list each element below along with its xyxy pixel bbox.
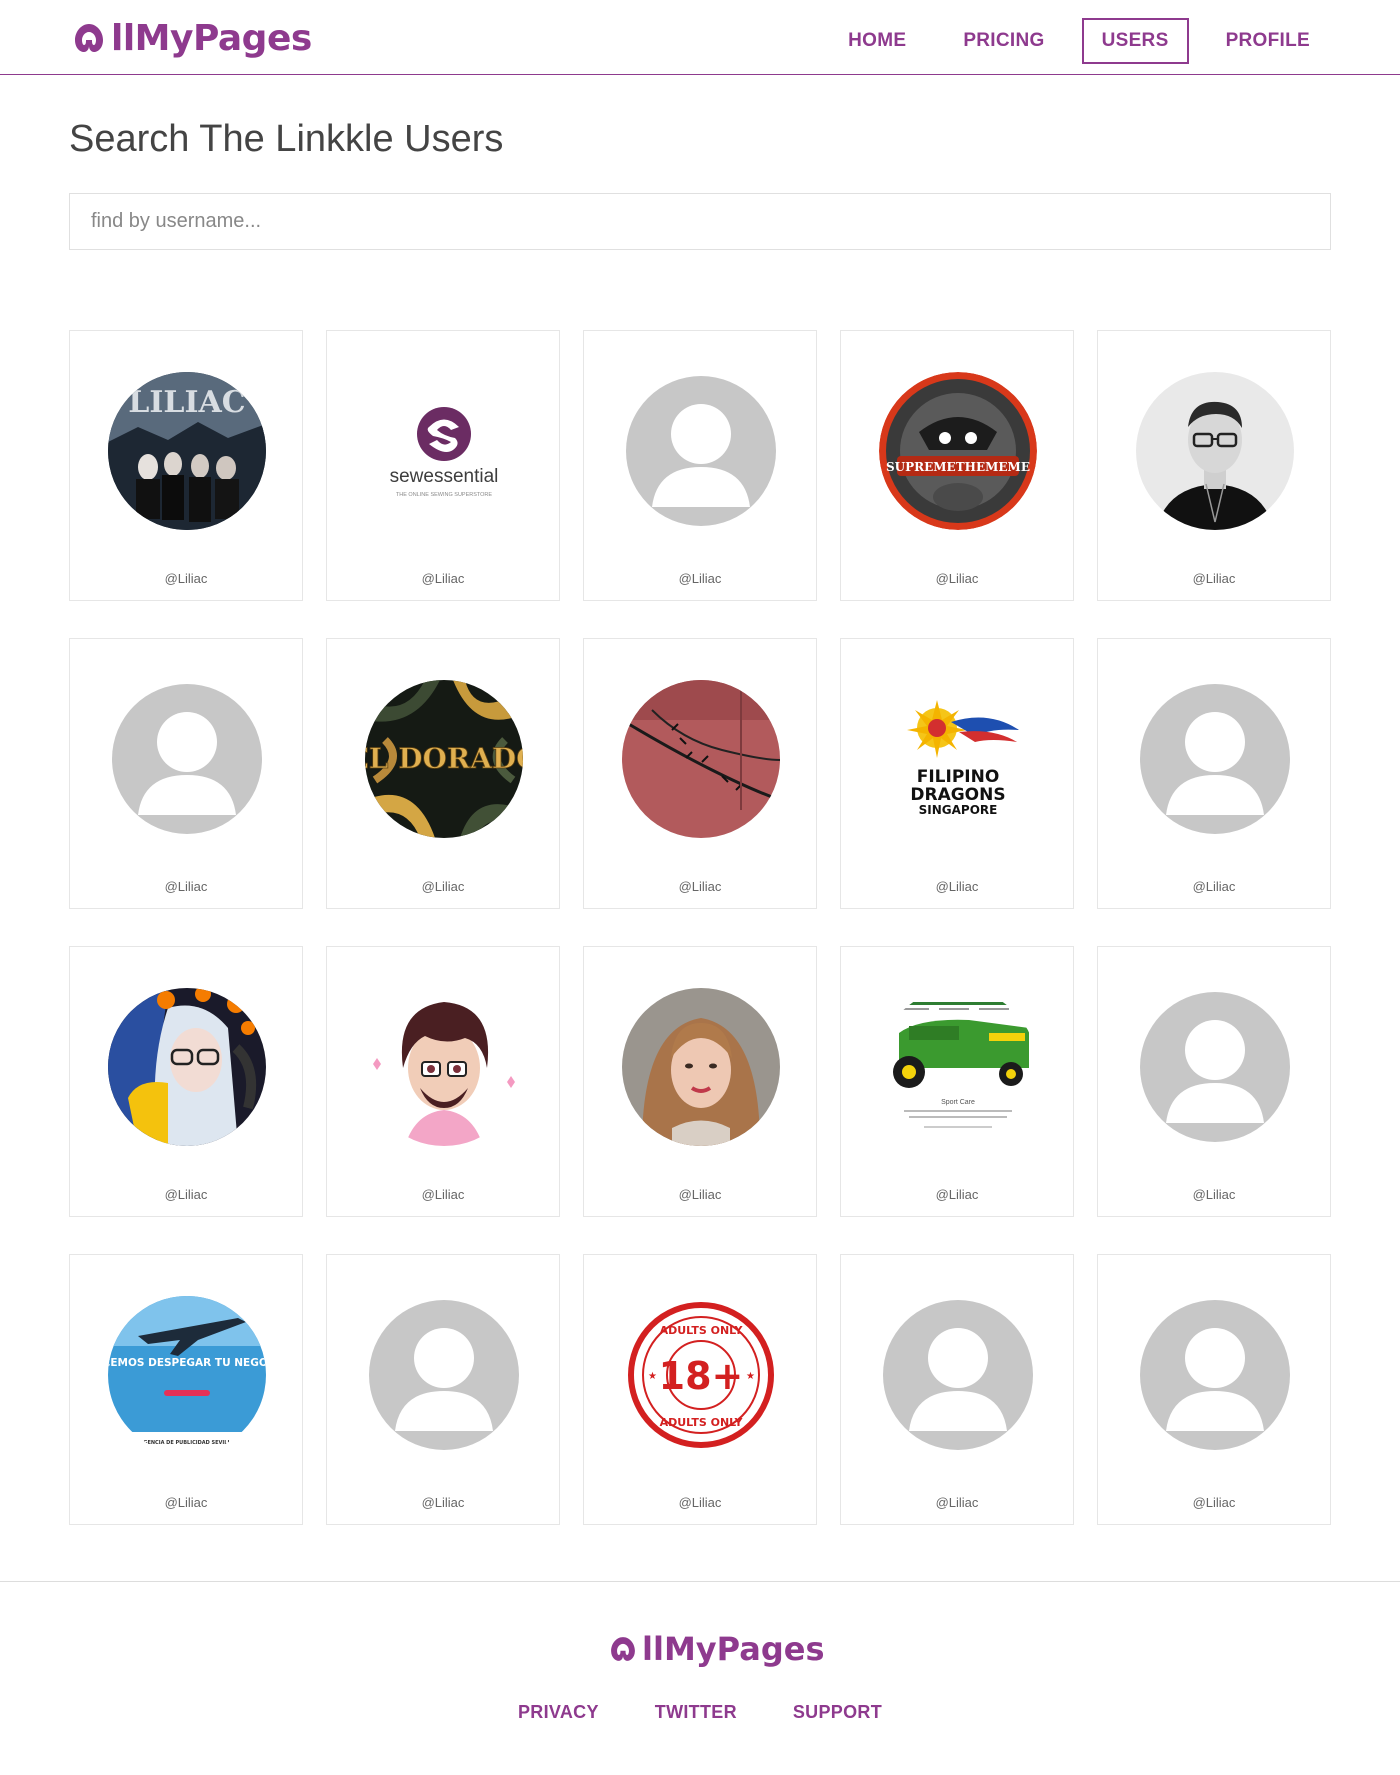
user-avatar: sewessential THE ONLINE SEWING SUPERSTOR… <box>365 372 523 530</box>
user-card[interactable]: HACEMOS DESPEGAR TU NEGOCIO AGENCIA DE P… <box>69 1254 303 1525</box>
user-card[interactable]: @Liliac <box>1097 330 1331 601</box>
user-avatar: SUPREMETHEMEME <box>879 372 1037 530</box>
username: @Liliac <box>678 1187 722 1202</box>
user-avatar <box>365 988 523 1146</box>
user-card[interactable]: @Liliac <box>326 1254 560 1525</box>
adults-only-number: 18+ <box>659 1354 744 1398</box>
adults-only-bottom: ADULTS ONLY <box>660 1416 744 1429</box>
adults-only-top: ADULTS ONLY <box>660 1324 744 1337</box>
username: @Liliac <box>164 1187 208 1202</box>
site-logo[interactable]: llMyPages <box>69 14 312 62</box>
username: @Liliac <box>1192 879 1236 894</box>
nav-pricing[interactable]: PRICING <box>943 18 1064 64</box>
logo-text: llMyPages <box>111 17 312 59</box>
svg-text:★: ★ <box>746 1371 755 1382</box>
default-avatar-icon <box>879 1296 1037 1454</box>
default-avatar-icon <box>365 1296 523 1454</box>
main-nav: HOME PRICING USERS PROFILE <box>811 18 1330 64</box>
user-avatar <box>622 988 780 1146</box>
svg-text:★: ★ <box>648 1371 657 1382</box>
default-avatar-icon <box>1136 1296 1294 1454</box>
lawn-site-heading: Sport Care <box>941 1099 975 1106</box>
footer-logo[interactable]: llMyPages <box>606 1630 824 1668</box>
user-avatar <box>622 680 780 838</box>
user-card[interactable]: @Liliac <box>69 638 303 909</box>
user-avatar: EL DORADO <box>365 680 523 838</box>
supremethememe-logo-text: SUPREMETHEMEME <box>886 460 1030 474</box>
nav-profile[interactable]: PROFILE <box>1206 18 1330 64</box>
user-card[interactable]: SUPREMETHEMEME @Liliac <box>840 330 1074 601</box>
username-search-input[interactable] <box>69 193 1331 250</box>
user-card[interactable]: @Liliac <box>1097 946 1331 1217</box>
nav-users[interactable]: USERS <box>1081 18 1189 64</box>
username: @Liliac <box>1192 571 1236 586</box>
user-grid: LILIAC @Liliac sewessential THE ONLINE S… <box>69 330 1331 1525</box>
username: @Liliac <box>164 879 208 894</box>
filipino-dragons-line3: SINGAPORE <box>919 803 998 817</box>
airplane-ad-headline: HACEMOS DESPEGAR TU NEGOCIO <box>108 1357 266 1369</box>
sewessential-logo-text: sewessential <box>390 466 499 487</box>
el-dorado-logo-text: EL DORADO <box>365 742 523 775</box>
username: @Liliac <box>678 879 722 894</box>
user-card[interactable]: EL DORADO @Liliac <box>326 638 560 909</box>
user-card[interactable]: @Liliac <box>583 946 817 1217</box>
username: @Liliac <box>421 879 465 894</box>
user-card[interactable]: @Liliac <box>1097 638 1331 909</box>
footer-nav: PRIVACY TWITTER SUPPORT <box>0 1702 1400 1723</box>
site-header: llMyPages HOME PRICING USERS PROFILE <box>0 0 1400 75</box>
user-card[interactable]: @Liliac <box>583 638 817 909</box>
page-title: Search The Linkkle Users <box>69 118 504 160</box>
username: @Liliac <box>421 1495 465 1510</box>
default-avatar-icon <box>1136 988 1294 1146</box>
user-card[interactable]: sewessential THE ONLINE SEWING SUPERSTOR… <box>326 330 560 601</box>
user-card[interactable]: Sport Care @Liliac <box>840 946 1074 1217</box>
user-avatar: LILIAC <box>108 372 266 530</box>
user-card[interactable]: @Liliac <box>326 946 560 1217</box>
logo-icon <box>75 24 103 52</box>
footer-link-twitter[interactable]: TWITTER <box>655 1702 737 1723</box>
logo-icon <box>611 1637 635 1661</box>
username: @Liliac <box>1192 1187 1236 1202</box>
user-card[interactable]: @Liliac <box>1097 1254 1331 1525</box>
user-card[interactable]: @Liliac <box>583 330 817 601</box>
username: @Liliac <box>935 1187 979 1202</box>
sewessential-tagline: THE ONLINE SEWING SUPERSTORE <box>396 492 492 498</box>
footer-link-privacy[interactable]: PRIVACY <box>518 1702 599 1723</box>
user-card[interactable]: LILIAC @Liliac <box>69 330 303 601</box>
user-card[interactable]: FILIPINO DRAGONS SINGAPORE @Liliac <box>840 638 1074 909</box>
user-avatar: Sport Care <box>879 988 1037 1146</box>
default-avatar-icon <box>108 680 266 838</box>
default-avatar-icon <box>1136 680 1294 838</box>
user-avatar <box>1136 372 1294 530</box>
user-avatar: FILIPINO DRAGONS SINGAPORE <box>879 680 1037 838</box>
username: @Liliac <box>421 1187 465 1202</box>
footer-link-support[interactable]: SUPPORT <box>793 1702 882 1723</box>
user-avatar <box>108 988 266 1146</box>
user-card[interactable]: @Liliac <box>840 1254 1074 1525</box>
user-card[interactable]: 18+ ADULTS ONLY ADULTS ONLY ★ ★ @Liliac <box>583 1254 817 1525</box>
username: @Liliac <box>678 571 722 586</box>
username: @Liliac <box>935 879 979 894</box>
filipino-dragons-line1: FILIPINO <box>917 767 1000 787</box>
footer-divider <box>0 1581 1400 1582</box>
username: @Liliac <box>164 571 208 586</box>
filipino-dragons-line2: DRAGONS <box>910 785 1005 805</box>
username: @Liliac <box>935 571 979 586</box>
default-avatar-icon <box>622 372 780 530</box>
user-card[interactable]: @Liliac <box>69 946 303 1217</box>
user-avatar: HACEMOS DESPEGAR TU NEGOCIO AGENCIA DE P… <box>108 1296 266 1454</box>
username: @Liliac <box>164 1495 208 1510</box>
username: @Liliac <box>935 1495 979 1510</box>
airplane-ad-footer: AGENCIA DE PUBLICIDAD SEVILLA <box>139 1440 234 1446</box>
band-logo-text: LILIAC <box>128 385 245 420</box>
footer-logo-text: llMyPages <box>642 1630 825 1668</box>
username: @Liliac <box>421 571 465 586</box>
username: @Liliac <box>1192 1495 1236 1510</box>
username: @Liliac <box>678 1495 722 1510</box>
nav-home[interactable]: HOME <box>828 18 926 64</box>
user-avatar: 18+ ADULTS ONLY ADULTS ONLY ★ ★ <box>622 1296 780 1454</box>
